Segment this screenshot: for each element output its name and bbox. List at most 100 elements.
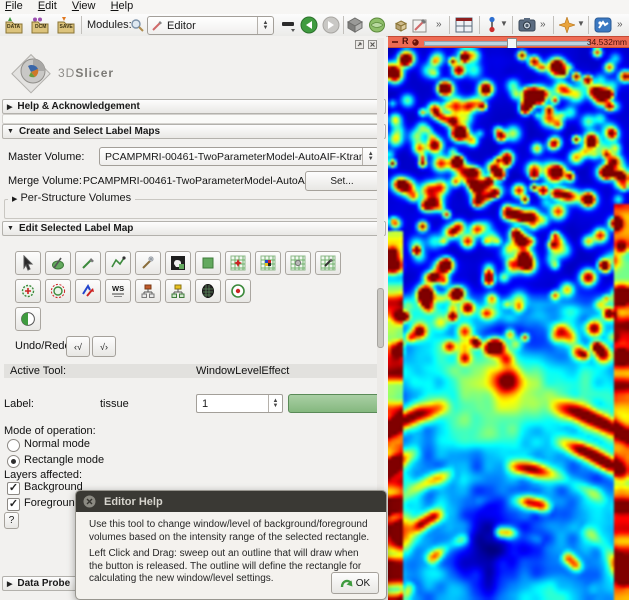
dialog-title-bar[interactable]: Editor Help xyxy=(76,491,386,512)
background-checkbox[interactable]: ✓ xyxy=(7,482,20,495)
menu-help[interactable]: Help xyxy=(111,0,134,12)
toolbar-separator xyxy=(479,16,480,34)
master-volume-spinner[interactable]: ▲ ▼ xyxy=(362,148,378,165)
volume-rendering-icon[interactable] xyxy=(347,17,364,33)
slice-offset-value: 34.532mm xyxy=(586,37,627,47)
draw-effect-button[interactable] xyxy=(75,251,101,275)
red-slice-controller: R 34.532mm xyxy=(388,36,629,49)
svg-text:WS: WS xyxy=(112,284,124,293)
fast-marching-effect-button[interactable] xyxy=(225,279,251,303)
wand-effect-button[interactable] xyxy=(135,251,161,275)
menu-edit[interactable]: Edit xyxy=(38,0,57,12)
foreground-checkbox[interactable]: ✓ xyxy=(7,498,20,511)
level-tracing-effect-button[interactable] xyxy=(105,251,131,275)
paint-effect-button[interactable] xyxy=(45,251,71,275)
save-button[interactable]: SAVE xyxy=(54,15,78,35)
save-island-effect-button[interactable] xyxy=(315,251,341,275)
editor-module-icon xyxy=(152,20,163,31)
rectangle-mode-radio[interactable] xyxy=(7,455,20,468)
extensions-icon[interactable] xyxy=(594,17,612,33)
default-tool-button[interactable] xyxy=(15,251,41,275)
expanded-triangle-icon: ▼ xyxy=(7,225,14,232)
dialog-close-icon[interactable] xyxy=(83,495,96,508)
toolbar-separator xyxy=(449,16,450,34)
main-toolbar: DATA DCM SAVE Modules: Editor ▲ ▼ » ▼ » … xyxy=(0,14,629,37)
erase-label-button[interactable] xyxy=(165,251,191,275)
back-icon[interactable] xyxy=(300,16,318,34)
normal-mode-label: Normal mode xyxy=(24,438,91,450)
toolbar-separator xyxy=(81,16,82,34)
effect-toolbar-row1 xyxy=(15,251,345,275)
label-value-spinbox[interactable]: 1 ▲ ▼ xyxy=(196,394,283,413)
search-icon[interactable] xyxy=(130,18,144,32)
expanded-triangle-icon: ▼ xyxy=(7,128,14,135)
master-volume-label: Master Volume: xyxy=(8,151,85,163)
save-island-tree-effect-button[interactable] xyxy=(135,279,161,303)
identify-islands-effect-button[interactable] xyxy=(225,251,251,275)
help-empty-frame xyxy=(2,114,384,124)
section-edit-selected-label-map[interactable]: ▼ Edit Selected Label Map xyxy=(2,221,386,236)
logo-text: 3DSlicer xyxy=(58,66,115,80)
menu-file[interactable]: File xyxy=(5,0,23,12)
threshold-effect-button[interactable] xyxy=(195,251,221,275)
volumes-module-icon[interactable] xyxy=(395,20,408,32)
section-help-acknowledgement[interactable]: ▶ Help & Acknowledgement xyxy=(2,99,386,114)
remove-islands-effect-button[interactable] xyxy=(285,251,311,275)
section-create-select-label-maps[interactable]: ▼ Create and Select Label Maps xyxy=(2,124,386,139)
forward-icon[interactable] xyxy=(322,16,340,34)
slice-orientation-label: R xyxy=(402,36,409,46)
mouse-mode-dropdown-icon[interactable]: ▼ xyxy=(500,19,508,28)
watershed-from-markers-effect-button[interactable]: WS xyxy=(105,279,131,303)
slice-collapse-icon[interactable] xyxy=(392,41,398,43)
models-module-icon[interactable] xyxy=(369,17,386,33)
editor-shortcut-icon[interactable] xyxy=(412,17,429,33)
foreground-label: Foreground xyxy=(24,497,81,509)
modules-label: Modules: xyxy=(87,19,132,31)
erode-effect-button[interactable] xyxy=(15,279,41,303)
popout-icon[interactable] xyxy=(355,40,364,49)
change-label-effect-button[interactable] xyxy=(75,279,101,303)
menu-view[interactable]: View xyxy=(72,0,96,12)
screenshot-icon[interactable] xyxy=(518,17,536,32)
toolbar-separator xyxy=(343,16,344,34)
crosshair-dropdown-icon[interactable]: ▼ xyxy=(577,19,585,28)
module-selector-value: Editor xyxy=(167,19,196,32)
toolbar-separator xyxy=(553,16,554,34)
collapsed-triangle-icon: ▶ xyxy=(12,196,18,203)
active-tool-label: Active Tool: xyxy=(10,365,67,377)
module-selector-spinner[interactable]: ▲ ▼ xyxy=(257,17,273,34)
undo-button[interactable]: ‹√ xyxy=(66,336,90,357)
effect-help-button[interactable]: ? xyxy=(4,512,19,529)
redo-button[interactable]: √› xyxy=(92,336,116,357)
undo-redo-label: Undo/Redo: xyxy=(15,340,74,352)
load-dicom-button[interactable]: DCM xyxy=(28,15,52,35)
label-spinner[interactable]: ▲ ▼ xyxy=(268,395,282,412)
history-icon[interactable] xyxy=(281,20,297,32)
master-volume-selector[interactable]: PCAMPMRI-00461-TwoParameterModel-AutoAIF… xyxy=(99,147,379,166)
load-data-button[interactable]: DATA xyxy=(2,15,26,35)
merge-volume-set-button[interactable]: Set... xyxy=(305,171,379,191)
normal-mode-radio[interactable] xyxy=(7,439,20,452)
slice-image[interactable] xyxy=(388,48,629,600)
layout-icon[interactable] xyxy=(455,17,473,33)
change-island-effect-button[interactable] xyxy=(255,251,281,275)
toolbar-separator xyxy=(512,16,513,34)
panel-scrollbar-thumb[interactable] xyxy=(377,288,384,348)
remove-islands-tree-effect-button[interactable] xyxy=(165,279,191,303)
module-selector[interactable]: Editor ▲ ▼ xyxy=(147,16,274,35)
mouse-mode-icon[interactable] xyxy=(487,16,497,33)
close-icon[interactable] xyxy=(368,40,377,49)
overflow-chevron[interactable]: » xyxy=(436,19,442,30)
per-structure-volumes-header[interactable]: ▶ Per-Structure Volumes xyxy=(8,192,136,204)
overflow-chevron[interactable]: » xyxy=(540,19,546,30)
window-level-effect-button[interactable] xyxy=(15,307,41,331)
dilate-effect-button[interactable] xyxy=(45,279,71,303)
label-color-swatch[interactable] xyxy=(288,394,383,413)
effect-toolbar-row3 xyxy=(15,307,45,331)
slicer-window: File Edit View Help DATA DCM SAVE Module… xyxy=(0,0,629,600)
crosshair-icon[interactable] xyxy=(559,17,575,33)
dialog-ok-button[interactable]: OK xyxy=(331,572,379,594)
overflow-chevron[interactable]: » xyxy=(617,19,623,30)
grow-cut-effect-button[interactable] xyxy=(195,279,221,303)
slice-pin-icon[interactable] xyxy=(412,39,419,46)
